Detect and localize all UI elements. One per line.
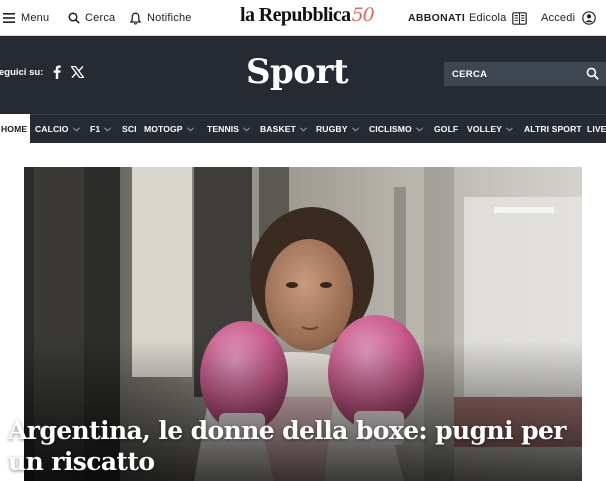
section-search-input[interactable] [452, 68, 572, 80]
nav-item-basket[interactable]: BASKET [260, 115, 307, 143]
nav-item-tennis[interactable]: TENNIS [207, 115, 251, 143]
search-icon [68, 12, 80, 24]
nav-label: CICLISMO [369, 124, 412, 134]
nav-label: ALTRI SPORT [524, 124, 582, 134]
chevron-down-icon [351, 126, 359, 132]
hero-article: Argentina, le donne della boxe: pugni pe… [0, 143, 606, 481]
nav-label: BASKET [260, 124, 296, 134]
nav-label: TENNIS [207, 124, 240, 134]
newspaper-icon [512, 11, 528, 25]
nav-item-rugby[interactable]: RUGBY [316, 115, 359, 143]
section-title-text: Sport [245, 52, 349, 92]
nav-item-calcio[interactable]: CALCIO [35, 115, 80, 143]
menu-label: Menu [21, 12, 50, 24]
notifications-button[interactable]: Notifiche [130, 0, 192, 36]
chevron-down-icon [506, 126, 513, 132]
nav-item-volley[interactable]: VOLLEY [467, 115, 513, 143]
nav-label: VOLLEY [467, 124, 502, 134]
repubblica-logo[interactable]: la Repubblica 50 [240, 4, 375, 30]
section-nav: HOME CALCIO F1 SCI MOTOGP TENNIS BASKET … [0, 114, 606, 143]
nav-label: RUGBY [316, 124, 348, 134]
logo-text: la Repubblica [240, 4, 351, 26]
search-icon[interactable] [586, 67, 599, 80]
nav-item-golf[interactable]: GOLF [434, 115, 458, 143]
nav-item-live[interactable]: LIVE [587, 115, 606, 143]
chevron-down-icon [104, 126, 112, 132]
edicola-link[interactable]: Edicola [469, 0, 528, 36]
section-search [444, 62, 606, 86]
nav-item-motogp[interactable]: MOTOGP [144, 115, 194, 143]
bell-icon [130, 12, 141, 25]
chevron-down-icon [300, 126, 307, 132]
chevron-down-icon [72, 126, 80, 132]
search-button[interactable]: Cerca [68, 0, 115, 36]
user-icon [582, 11, 597, 25]
login-label: Accedi [541, 12, 576, 24]
subscribe-link[interactable]: ABBONATI [408, 0, 465, 36]
logo-anniversary: 50 [351, 4, 375, 26]
top-bar: Menu Cerca Notifiche la Repubblica 50 ABB… [0, 0, 606, 36]
nav-label: GOLF [434, 124, 459, 134]
nav-label: LIVE [587, 124, 606, 134]
edicola-label: Edicola [469, 12, 507, 24]
nav-item-f1[interactable]: F1 [90, 115, 112, 143]
nav-label: SCI [122, 124, 137, 134]
nav-label: HOME [1, 123, 28, 134]
notifications-label: Notifiche [147, 12, 192, 24]
hamburger-icon [3, 13, 15, 23]
nav-item-altri-sport[interactable]: ALTRI SPORT [524, 115, 582, 143]
chevron-down-icon [243, 126, 251, 132]
chevron-down-icon [415, 126, 423, 132]
nav-label: F1 [90, 124, 101, 134]
nav-item-ciclismo[interactable]: CICLISMO [369, 115, 423, 143]
search-label: Cerca [85, 12, 116, 24]
chevron-down-icon [186, 126, 194, 132]
nav-label: CALCIO [35, 124, 69, 134]
section-header: eguici su: Sport [0, 36, 606, 114]
nav-item-sci[interactable]: SCI [122, 115, 137, 143]
nav-item-home[interactable]: HOME [0, 114, 31, 143]
menu-button[interactable]: Menu [3, 0, 49, 36]
hero-headline[interactable]: Argentina, le donne della boxe: pugni pe… [8, 415, 600, 477]
nav-label: MOTOGP [144, 124, 183, 134]
login-link[interactable]: Accedi [541, 0, 597, 36]
